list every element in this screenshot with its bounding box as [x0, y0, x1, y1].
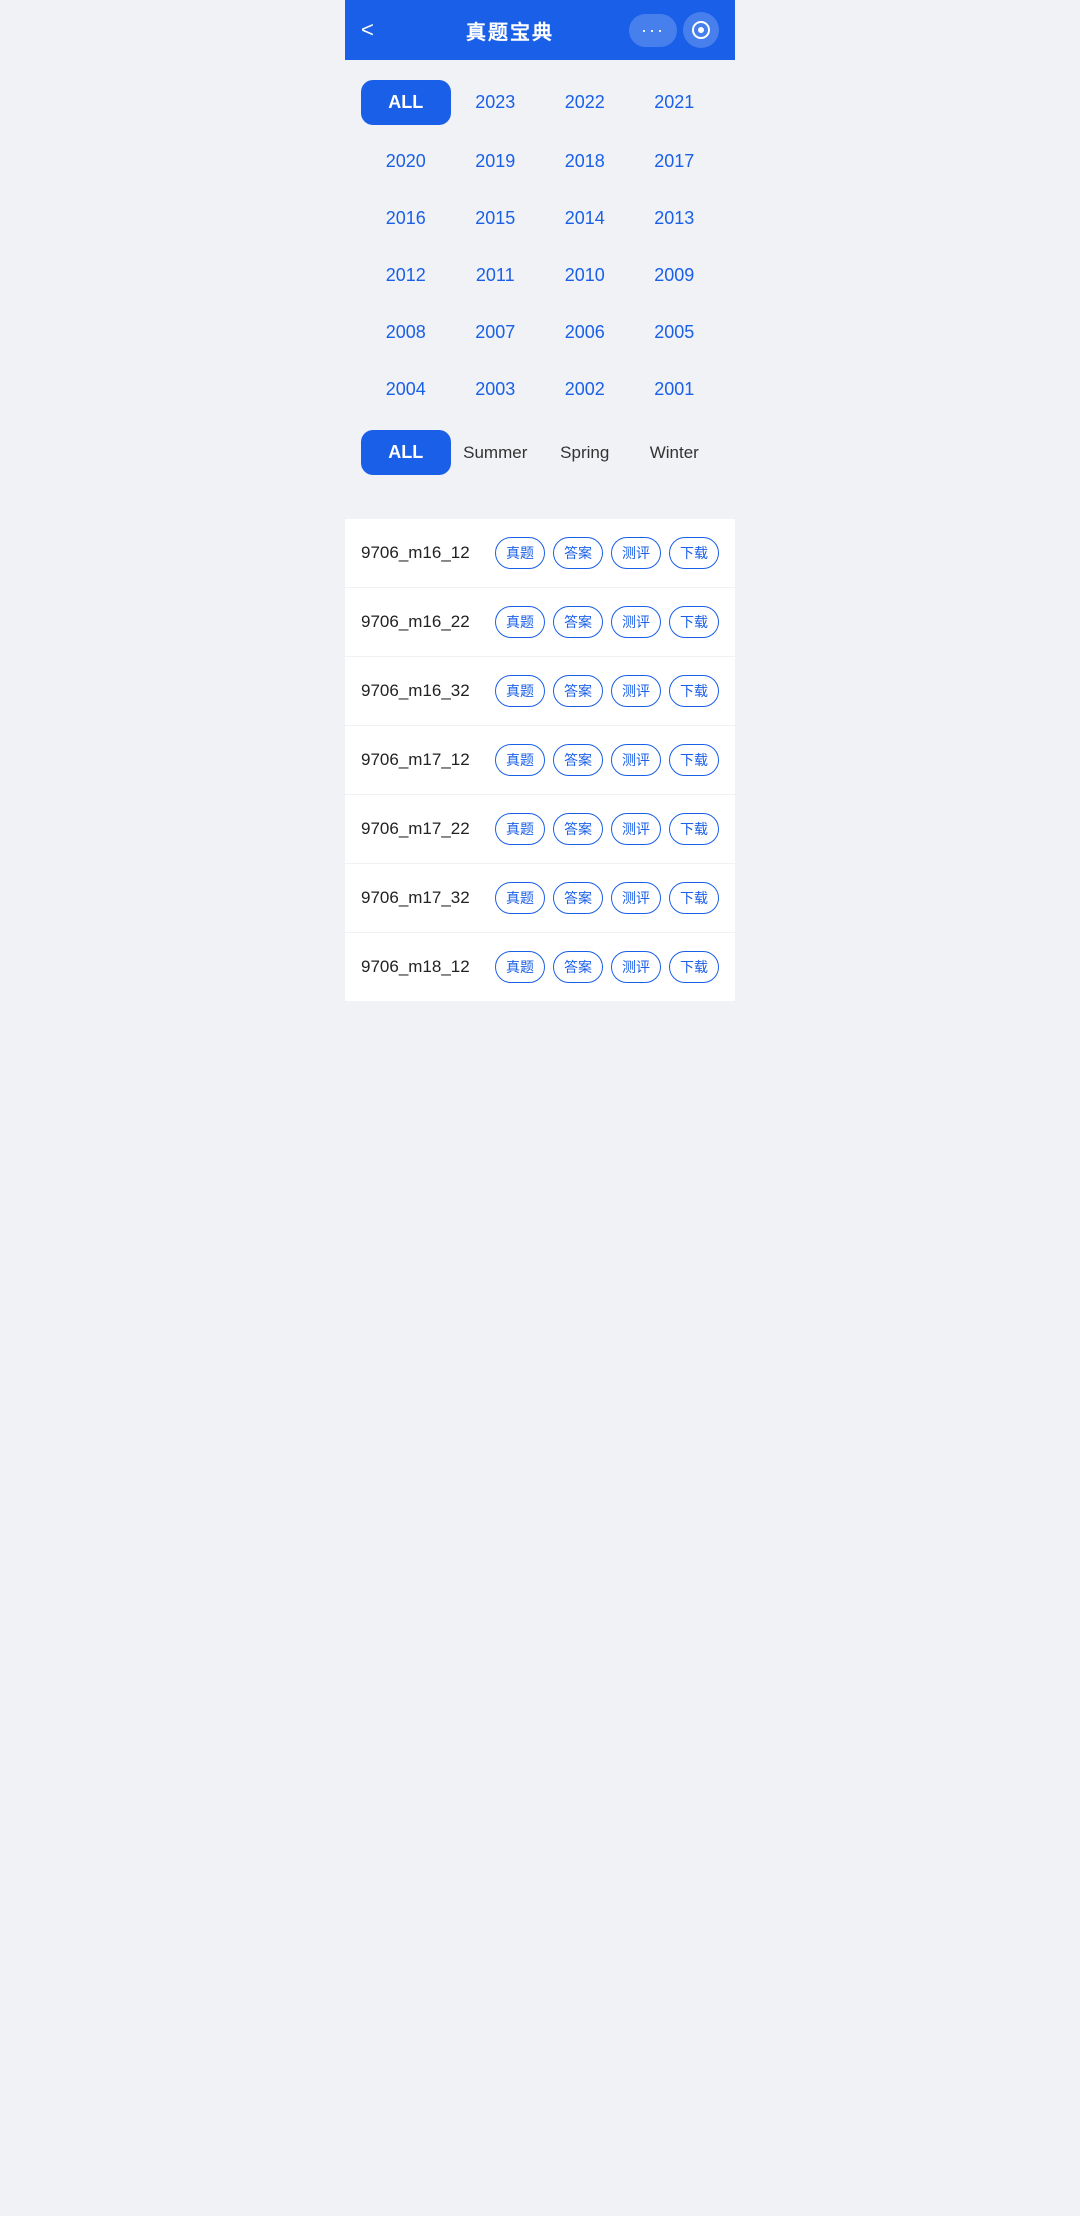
year-filter-item-2013[interactable]: 2013 — [630, 198, 720, 239]
answer-button[interactable]: 答案 — [553, 606, 603, 638]
exam-name: 9706_m16_12 — [361, 543, 470, 563]
exam-list-item: 9706_m17_12 真题答案测评下载 — [345, 726, 735, 795]
page-title: 真题宝典 — [466, 16, 554, 45]
exam-list-item: 9706_m16_32 真题答案测评下载 — [345, 657, 735, 726]
more-options-button[interactable]: ··· — [629, 14, 677, 47]
year-filter-item-2001[interactable]: 2001 — [630, 369, 720, 410]
exam-paper-button[interactable]: 真题 — [495, 537, 545, 569]
exam-actions: 真题答案测评下载 — [495, 951, 719, 983]
year-filter-item-all[interactable]: ALL — [361, 80, 451, 125]
exam-list-item: 9706_m18_12 真题答案测评下载 — [345, 933, 735, 1001]
season-all-button[interactable]: ALL — [361, 430, 451, 475]
download-button[interactable]: 下载 — [669, 744, 719, 776]
exam-actions: 真题答案测评下载 — [495, 675, 719, 707]
exam-list-item: 9706_m17_22 真题答案测评下载 — [345, 795, 735, 864]
evaluate-button[interactable]: 测评 — [611, 951, 661, 983]
evaluate-button[interactable]: 测评 — [611, 882, 661, 914]
answer-button[interactable]: 答案 — [553, 882, 603, 914]
exam-name: 9706_m17_12 — [361, 750, 470, 770]
year-filter-row-5: 2004200320022001 — [361, 369, 719, 410]
season-filter-section: ALL Summer Spring Winter — [361, 430, 719, 475]
record-circle-icon — [692, 21, 710, 39]
exam-actions: 真题答案测评下载 — [495, 537, 719, 569]
year-filter-item-2012[interactable]: 2012 — [361, 255, 451, 296]
season-spring-button[interactable]: Spring — [540, 433, 630, 473]
evaluate-button[interactable]: 测评 — [611, 744, 661, 776]
year-filter-item-2016[interactable]: 2016 — [361, 198, 451, 239]
record-dot-icon — [698, 27, 704, 33]
year-filter-item-2022[interactable]: 2022 — [540, 82, 630, 123]
exam-name: 9706_m16_32 — [361, 681, 470, 701]
exam-actions: 真题答案测评下载 — [495, 882, 719, 914]
year-filter-item-2003[interactable]: 2003 — [451, 369, 541, 410]
exam-actions: 真题答案测评下载 — [495, 606, 719, 638]
year-filter-item-2018[interactable]: 2018 — [540, 141, 630, 182]
evaluate-button[interactable]: 测评 — [611, 675, 661, 707]
answer-button[interactable]: 答案 — [553, 813, 603, 845]
exam-paper-button[interactable]: 真题 — [495, 606, 545, 638]
download-button[interactable]: 下载 — [669, 606, 719, 638]
year-filter-item-2014[interactable]: 2014 — [540, 198, 630, 239]
download-button[interactable]: 下载 — [669, 813, 719, 845]
content-area: ALL2023202220212020201920182017201620152… — [345, 60, 735, 515]
header-actions: ··· — [629, 12, 719, 48]
exam-paper-button[interactable]: 真题 — [495, 813, 545, 845]
year-filter-item-2007[interactable]: 2007 — [451, 312, 541, 353]
evaluate-button[interactable]: 测评 — [611, 813, 661, 845]
year-filter-item-2021[interactable]: 2021 — [630, 82, 720, 123]
year-filter-item-2008[interactable]: 2008 — [361, 312, 451, 353]
answer-button[interactable]: 答案 — [553, 951, 603, 983]
exam-paper-button[interactable]: 真题 — [495, 951, 545, 983]
year-filter-item-2006[interactable]: 2006 — [540, 312, 630, 353]
year-filter-row-3: 2012201120102009 — [361, 255, 719, 296]
year-filter-row-4: 2008200720062005 — [361, 312, 719, 353]
download-button[interactable]: 下载 — [669, 882, 719, 914]
back-button[interactable]: < — [361, 17, 391, 43]
exam-paper-button[interactable]: 真题 — [495, 675, 545, 707]
exam-actions: 真题答案测评下载 — [495, 744, 719, 776]
season-summer-button[interactable]: Summer — [451, 433, 541, 473]
year-filter-item-2015[interactable]: 2015 — [451, 198, 541, 239]
download-button[interactable]: 下载 — [669, 951, 719, 983]
year-filter-item-2005[interactable]: 2005 — [630, 312, 720, 353]
year-filter-section: ALL2023202220212020201920182017201620152… — [361, 80, 719, 410]
evaluate-button[interactable]: 测评 — [611, 606, 661, 638]
year-filter-grid: ALL2023202220212020201920182017201620152… — [361, 80, 719, 410]
exam-paper-button[interactable]: 真题 — [495, 882, 545, 914]
answer-button[interactable]: 答案 — [553, 675, 603, 707]
exam-list-item: 9706_m16_22 真题答案测评下载 — [345, 588, 735, 657]
year-filter-item-2011[interactable]: 2011 — [451, 255, 541, 296]
exam-name: 9706_m17_22 — [361, 819, 470, 839]
exam-paper-button[interactable]: 真题 — [495, 744, 545, 776]
header: < 真题宝典 ··· — [345, 0, 735, 60]
download-button[interactable]: 下载 — [669, 537, 719, 569]
year-filter-item-2023[interactable]: 2023 — [451, 82, 541, 123]
exam-name: 9706_m16_22 — [361, 612, 470, 632]
answer-button[interactable]: 答案 — [553, 537, 603, 569]
evaluate-button[interactable]: 测评 — [611, 537, 661, 569]
season-filter-row: ALL Summer Spring Winter — [361, 430, 719, 475]
year-filter-item-2019[interactable]: 2019 — [451, 141, 541, 182]
exam-name: 9706_m18_12 — [361, 957, 470, 977]
exam-list: 9706_m16_12真题答案测评下载9706_m16_22真题答案测评下载97… — [345, 519, 735, 1001]
year-filter-row-2: 2016201520142013 — [361, 198, 719, 239]
exam-actions: 真题答案测评下载 — [495, 813, 719, 845]
year-filter-item-2017[interactable]: 2017 — [630, 141, 720, 182]
year-filter-row-1: 2020201920182017 — [361, 141, 719, 182]
year-filter-item-2010[interactable]: 2010 — [540, 255, 630, 296]
year-filter-row-0: ALL202320222021 — [361, 80, 719, 125]
exam-list-item: 9706_m16_12 真题答案测评下载 — [345, 519, 735, 588]
record-button[interactable] — [683, 12, 719, 48]
exam-list-item: 9706_m17_32 真题答案测评下载 — [345, 864, 735, 933]
year-filter-item-2004[interactable]: 2004 — [361, 369, 451, 410]
answer-button[interactable]: 答案 — [553, 744, 603, 776]
download-button[interactable]: 下载 — [669, 675, 719, 707]
year-filter-item-2020[interactable]: 2020 — [361, 141, 451, 182]
exam-name: 9706_m17_32 — [361, 888, 470, 908]
year-filter-item-2009[interactable]: 2009 — [630, 255, 720, 296]
season-winter-button[interactable]: Winter — [630, 433, 720, 473]
year-filter-item-2002[interactable]: 2002 — [540, 369, 630, 410]
